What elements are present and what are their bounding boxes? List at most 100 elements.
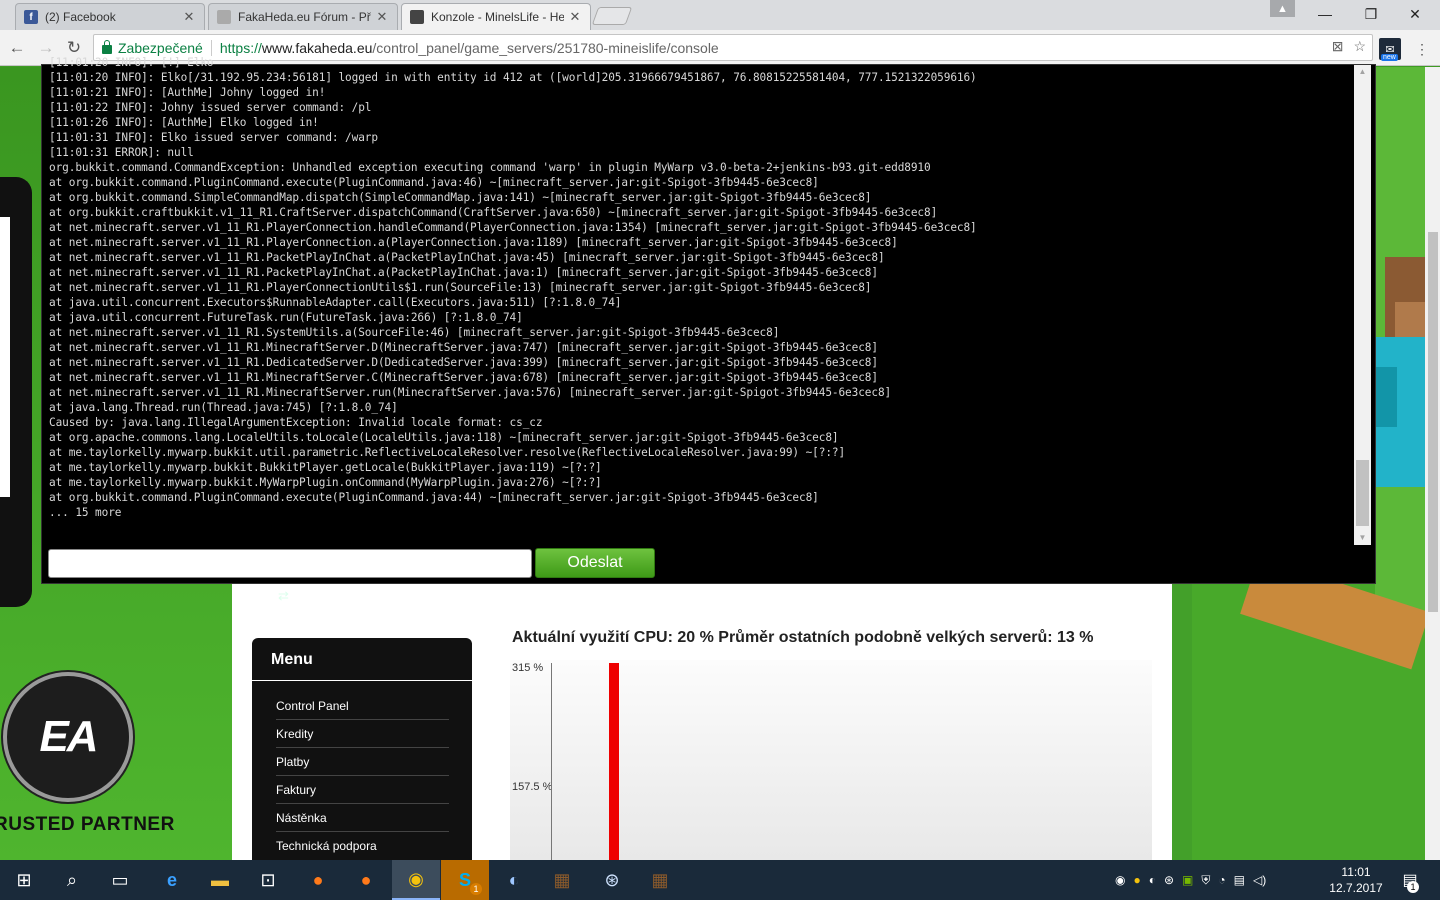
console-scrollbar[interactable]: ▲ ▼ [1354, 65, 1371, 545]
ea-logo-text: EA [39, 712, 98, 761]
steam-tray-icon[interactable]: ⊛ [1164, 873, 1174, 887]
send-button[interactable]: Odeslat [535, 548, 655, 578]
clock-time: 11:01 [1341, 865, 1371, 879]
menu-item-kredity[interactable]: Kredity [276, 720, 449, 748]
close-tab-icon[interactable]: ✕ [568, 9, 582, 25]
store-icon[interactable]: ⊡ [244, 860, 292, 900]
console-line: Caused by: java.lang.IllegalArgumentExce… [49, 416, 543, 429]
cpu-usage-title: Aktuální využití CPU: 20 % Průměr ostatn… [512, 629, 1094, 646]
windows-start-icon[interactable]: ⊞ [0, 860, 48, 900]
trusted-partner-text: RUSTED PARTNER [0, 814, 175, 835]
minecraft-icon[interactable]: ▦ [636, 860, 684, 900]
volume-icon[interactable]: ◁) [1253, 873, 1266, 887]
console-line: at net.minecraft.server.v1_11_R1.Dedicat… [49, 356, 878, 369]
console-line: at net.minecraft.server.v1_11_R1.PacketP… [49, 266, 878, 279]
console-line: at org.bukkit.command.PluginCommand.exec… [49, 176, 819, 189]
prevod-link[interactable]: Převod na placený [298, 588, 397, 602]
edge-icon[interactable]: e [148, 860, 196, 900]
tab-fakaheda-forum[interactable]: FakaHeda.eu Fórum - Při ✕ [208, 3, 398, 30]
menu-item-faktury[interactable]: Faktury [276, 776, 449, 804]
console-line: at net.minecraft.server.v1_11_R1.PlayerC… [49, 221, 977, 234]
y-tick-label: 315 % [512, 662, 544, 674]
notification-badge: 1 [470, 883, 482, 895]
scroll-down-icon[interactable]: ▼ [1354, 531, 1371, 545]
menu-item-control-panel[interactable]: Control Panel [276, 692, 449, 720]
cpu-chart-area [510, 660, 1152, 860]
console-line: [11:01:22 INFO]: Johny issued server com… [49, 101, 372, 114]
lock-icon [102, 40, 112, 54]
firefox-icon[interactable]: ● [294, 860, 342, 900]
tab-label: FakaHeda.eu Fórum - Při [238, 10, 371, 24]
chrome-menu-icon[interactable]: ⋮ [1411, 38, 1433, 60]
chrome-tray-icon[interactable]: ◉ [1115, 873, 1125, 887]
page-scrollbar[interactable] [1425, 67, 1440, 860]
console-line: at net.minecraft.server.v1_11_R1.SystemU… [49, 326, 780, 339]
clock-date: 12.7.2017 [1329, 881, 1383, 895]
minecraft-character-shirt [1375, 367, 1397, 427]
url-host: www.fakaheda.eu [261, 39, 373, 56]
console-line: [11:01:20 INFO]: Elko[/31.192.95.234:561… [49, 71, 977, 84]
facebook-icon: f [24, 10, 38, 24]
action-center-badge: 1 [1407, 881, 1419, 893]
chrome-icon[interactable]: ◉ [392, 860, 440, 900]
scroll-up-icon[interactable]: ▲ [1354, 65, 1371, 79]
minecraft-icon[interactable]: ▦ [538, 860, 586, 900]
shield-icon[interactable]: ⛨ [1201, 873, 1210, 888]
maximize-icon[interactable]: ❐ [1348, 0, 1394, 28]
bookmark-star-icon[interactable]: ☆ [1353, 38, 1366, 55]
menu-item-technicka-podpora[interactable]: Technická podpora [276, 832, 449, 860]
app-tray-icon[interactable]: ◔ [1218, 873, 1225, 887]
menu-item-nastenka[interactable]: Nástěnka [276, 804, 449, 832]
app-icon[interactable]: ◐ [490, 860, 538, 900]
nvidia-tray-icon[interactable]: ▣ [1182, 873, 1193, 887]
console-line: [11:01:21 INFO]: [AuthMe] Johny logged i… [49, 86, 326, 99]
console-line: [11:01:26 INFO]: [AuthMe] Elko logged in… [49, 116, 319, 129]
console-line: at org.bukkit.command.PluginCommand.exec… [49, 491, 819, 504]
windows-taskbar: ⊞ ⌕ ▭ e ▬ ⊡ ● ● ◉ S ◐ ▦ ⊛ ▦ ◉ ● ◐ ⊛ ▣ ⛨ … [0, 860, 1440, 900]
url-path: /control_panel/game_servers/251780-minei… [372, 39, 719, 56]
tab-label: (2) Facebook [45, 10, 116, 24]
ea-logo: EA [3, 672, 133, 802]
action-center-icon[interactable]: ▤ [1395, 860, 1425, 900]
menu-title: Menu [271, 651, 313, 668]
printer-icon [410, 10, 424, 24]
console-line: at org.bukkit.craftbukkit.v1_11_R1.Craft… [49, 206, 938, 219]
tab-facebook[interactable]: f (2) Facebook ✕ [15, 3, 205, 30]
tab-console[interactable]: Konzole - MinelsLife - He ✕ [401, 3, 591, 30]
search-icon[interactable]: ⌕ [48, 860, 96, 900]
page-scroll-thumb[interactable] [1428, 232, 1438, 612]
translate-icon[interactable]: ⊠ [1332, 38, 1344, 55]
console-line: ... 15 more [49, 506, 122, 519]
app-tray-icon[interactable]: ◐ [1149, 873, 1156, 887]
page-icon [217, 10, 231, 24]
close-window-icon[interactable]: ✕ [1392, 0, 1438, 28]
firefox-icon[interactable]: ● [342, 860, 390, 900]
menu-item-platby[interactable]: Platby [276, 748, 449, 776]
back-arrow-icon[interactable]: ← [6, 37, 28, 59]
file-explorer-icon[interactable]: ▬ [196, 860, 244, 900]
network-icon[interactable]: ▤ [1234, 873, 1245, 887]
console-line: at net.minecraft.server.v1_11_R1.PlayerC… [49, 236, 898, 249]
user-profile-icon[interactable]: ▲ [1270, 0, 1295, 17]
console-line: at org.bukkit.command.SimpleCommandMap.d… [49, 191, 872, 204]
skype-icon[interactable]: S [441, 860, 489, 900]
minimize-icon[interactable]: — [1302, 0, 1348, 28]
console-line: at me.taylorkelly.mywarp.bukkit.BukkitPl… [49, 461, 602, 474]
console-line: at me.taylorkelly.mywarp.bukkit.util.par… [49, 446, 846, 459]
steam-icon[interactable]: ⊛ [588, 860, 636, 900]
close-tab-icon[interactable]: ✕ [182, 9, 196, 25]
cpu-bar [609, 663, 619, 860]
secure-label: Zabezpečené [118, 39, 203, 56]
system-clock[interactable]: 11:01 12.7.2017 [1328, 864, 1384, 896]
task-view-icon[interactable]: ▭ [96, 860, 144, 900]
norton-tray-icon[interactable]: ● [1133, 873, 1140, 887]
console-line: at net.minecraft.server.v1_11_R1.Minecra… [49, 371, 878, 384]
command-input[interactable] [48, 549, 532, 578]
console-line: at java.util.concurrent.Executors$Runnab… [49, 296, 622, 309]
console-line: at net.minecraft.server.v1_11_R1.PacketP… [49, 251, 885, 264]
scroll-thumb[interactable] [1356, 460, 1369, 526]
console-line: [11:01:31 ERROR]: null [49, 146, 194, 159]
new-tab-button[interactable] [591, 7, 633, 25]
close-tab-icon[interactable]: ✕ [375, 9, 389, 25]
console-log: [11:01:20 INFO]: [!] Elko [11:01:20 INFO]… [49, 55, 1354, 543]
